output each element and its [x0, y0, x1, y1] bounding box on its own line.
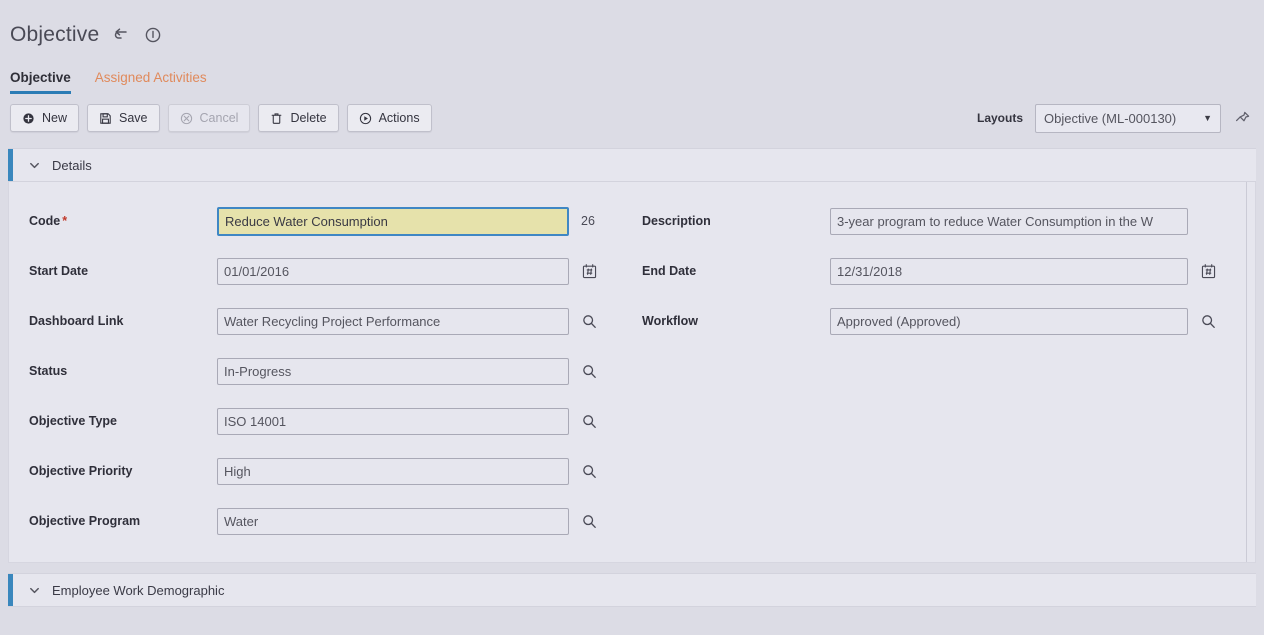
- field-label-workflow: Workflow: [642, 314, 699, 328]
- field-label-description: Description: [642, 214, 711, 228]
- objective-priority-input[interactable]: High: [217, 457, 569, 485]
- save-button[interactable]: Save: [87, 104, 160, 132]
- code-character-counter: 26: [581, 214, 595, 228]
- details-section-body: Code * Reduce Water Consumption 26 Start …: [8, 182, 1256, 563]
- back-arrow-icon[interactable]: [111, 25, 131, 45]
- layouts-select[interactable]: Objective (ML-000130) ▼: [1035, 103, 1221, 133]
- details-right-column: Description 3-year program to reduce Wat…: [632, 196, 1255, 546]
- section-title-details: Details: [52, 157, 92, 173]
- search-icon[interactable]: [579, 510, 599, 532]
- workflow-input[interactable]: Approved (Approved): [830, 307, 1188, 335]
- field-row-status: Status In-Progress: [29, 346, 632, 396]
- dashboard-link-input-value: Water Recycling Project Performance: [224, 313, 441, 329]
- pushpin-icon[interactable]: [1233, 109, 1252, 128]
- play-circle-icon: [359, 112, 372, 125]
- required-marker: *: [62, 214, 68, 228]
- search-icon[interactable]: [579, 460, 599, 482]
- layouts-control: Layouts Objective (ML-000130) ▼: [976, 103, 1252, 133]
- search-icon[interactable]: [1198, 310, 1218, 332]
- workflow-input-value: Approved (Approved): [837, 313, 961, 329]
- field-label-start-date: Start Date: [29, 264, 89, 278]
- toolbar-button-group: New Save Cancel Delete Actions: [10, 104, 432, 132]
- delete-button-label: Delete: [290, 111, 327, 125]
- actions-button[interactable]: Actions: [346, 104, 432, 132]
- section-header-details[interactable]: Details: [8, 148, 1256, 182]
- toolbar: New Save Cancel Delete Actions Layouts O…: [0, 94, 1264, 142]
- tab-objective[interactable]: Objective: [10, 70, 71, 94]
- actions-button-label: Actions: [378, 111, 420, 125]
- chevron-down-icon: ▼: [1203, 113, 1212, 123]
- layouts-select-value: Objective (ML-000130): [1044, 110, 1177, 126]
- field-row-objective-priority: Objective Priority High: [29, 446, 632, 496]
- field-label-objective-priority: Objective Priority: [29, 464, 133, 478]
- field-row-description: Description 3-year program to reduce Wat…: [642, 196, 1255, 246]
- save-disk-icon: [99, 112, 112, 125]
- tab-assigned-activities[interactable]: Assigned Activities: [95, 70, 207, 94]
- section-header-employee-work-demographic[interactable]: Employee Work Demographic: [8, 573, 1256, 607]
- field-label-end-date: End Date: [642, 264, 697, 278]
- status-input[interactable]: In-Progress: [217, 357, 569, 385]
- objective-priority-input-value: High: [224, 463, 251, 479]
- trash-icon: [270, 112, 283, 125]
- dashboard-link-input[interactable]: Water Recycling Project Performance: [217, 307, 569, 335]
- field-label-dashboard-link: Dashboard Link: [29, 314, 124, 328]
- tab-bar: Objective Assigned Activities: [0, 56, 1264, 94]
- calendar-icon[interactable]: [579, 260, 599, 282]
- search-icon[interactable]: [579, 410, 599, 432]
- start-date-input[interactable]: 01/01/2016: [217, 257, 569, 285]
- status-input-value: In-Progress: [224, 363, 292, 379]
- field-row-code: Code * Reduce Water Consumption 26: [29, 196, 632, 246]
- field-row-start-date: Start Date 01/01/2016: [29, 246, 632, 296]
- field-label-status: Status: [29, 364, 68, 378]
- save-button-label: Save: [119, 111, 148, 125]
- description-input[interactable]: 3-year program to reduce Water Consumpti…: [830, 207, 1188, 235]
- start-date-input-value: 01/01/2016: [224, 263, 290, 279]
- code-input-value: Reduce Water Consumption: [225, 213, 388, 229]
- tab-assigned-activities-label: Assigned Activities: [94, 70, 207, 85]
- details-panel: Details Code * Reduce Water Consumption 2…: [8, 148, 1256, 607]
- page-title: Objective: [10, 23, 100, 46]
- field-row-objective-type: Objective Type ISO 14001: [29, 396, 632, 446]
- tab-objective-label: Objective: [10, 70, 71, 85]
- plus-circle-icon: [22, 112, 35, 125]
- end-date-input[interactable]: 12/31/2018: [830, 257, 1188, 285]
- calendar-icon[interactable]: [1198, 260, 1218, 282]
- delete-button[interactable]: Delete: [258, 104, 339, 132]
- chevron-down-icon: [26, 582, 42, 598]
- objective-program-input[interactable]: Water: [217, 507, 569, 535]
- objective-program-input-value: Water: [224, 513, 259, 529]
- field-label-objective-type: Objective Type: [29, 414, 117, 428]
- field-row-dashboard-link: Dashboard Link Water Recycling Project P…: [29, 296, 632, 346]
- code-input[interactable]: Reduce Water Consumption: [217, 206, 569, 236]
- cancel-button[interactable]: Cancel: [167, 104, 251, 132]
- new-button-label: New: [42, 111, 68, 125]
- search-icon[interactable]: [579, 310, 599, 332]
- field-row-end-date: End Date 12/31/2018: [642, 246, 1255, 296]
- objective-type-input-value: ISO 14001: [224, 413, 287, 429]
- cancel-button-label: Cancel: [199, 111, 239, 125]
- field-label-objective-program: Objective Program: [29, 514, 141, 528]
- layouts-label: Layouts: [976, 111, 1023, 125]
- field-row-workflow: Workflow Approved (Approved): [642, 296, 1255, 346]
- field-row-objective-program: Objective Program Water: [29, 496, 632, 546]
- field-label-code: Code *: [29, 214, 217, 228]
- info-icon[interactable]: [143, 25, 163, 45]
- objective-type-input[interactable]: ISO 14001: [217, 407, 569, 435]
- details-left-column: Code * Reduce Water Consumption 26 Start …: [9, 196, 632, 546]
- page-header: Objective: [0, 0, 1264, 56]
- cancel-circle-icon: [180, 112, 193, 125]
- panel-divider: [1246, 182, 1247, 562]
- section-title-employee-work-demographic: Employee Work Demographic: [52, 582, 225, 598]
- search-icon[interactable]: [579, 360, 599, 382]
- new-button[interactable]: New: [10, 104, 80, 132]
- chevron-down-icon: [26, 157, 42, 173]
- description-input-value: 3-year program to reduce Water Consumpti…: [837, 213, 1153, 229]
- field-label-code-text: Code: [29, 214, 61, 228]
- end-date-input-value: 12/31/2018: [837, 263, 903, 279]
